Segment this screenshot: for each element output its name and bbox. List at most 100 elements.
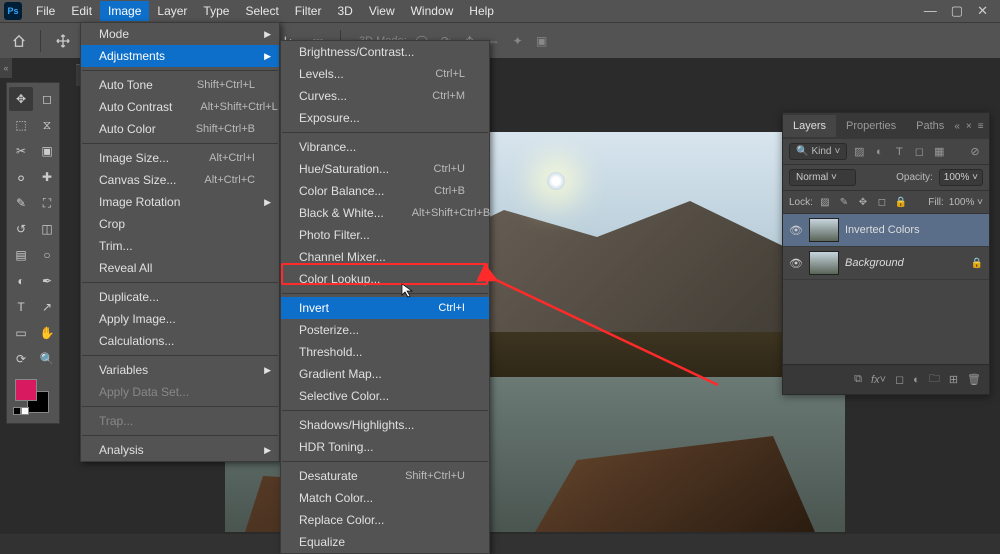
menu-file[interactable]: File xyxy=(28,1,63,21)
menuitem-analysis[interactable]: Analysis▶ xyxy=(81,439,279,461)
adjustment-layer-icon[interactable]: ◐ xyxy=(913,374,920,386)
filter-adjustment-icon[interactable]: ◐ xyxy=(871,144,887,160)
filter-kind-dropdown[interactable]: 🔍 Kind ˅ xyxy=(789,143,847,160)
menuitem-black-white[interactable]: Black & White...Alt+Shift+Ctrl+B xyxy=(281,202,489,224)
filter-shape-icon[interactable]: ◻ xyxy=(911,144,927,160)
menuitem-adjustments[interactable]: Adjustments▶ xyxy=(81,45,279,67)
menuitem-image-size[interactable]: Image Size...Alt+Ctrl+I xyxy=(81,147,279,169)
tool-zoom[interactable]: 🔍 xyxy=(35,347,59,371)
menu-help[interactable]: Help xyxy=(461,1,502,21)
menuitem-color-lookup[interactable]: Color Lookup... xyxy=(281,268,489,290)
tab-paths[interactable]: Paths xyxy=(906,115,954,137)
tool-move[interactable]: ✥ xyxy=(9,87,33,111)
menu-edit[interactable]: Edit xyxy=(63,1,100,21)
menu-window[interactable]: Window xyxy=(403,1,462,21)
menuitem-variables[interactable]: Variables▶ xyxy=(81,359,279,381)
menuitem-color-balance[interactable]: Color Balance...Ctrl+B xyxy=(281,180,489,202)
lock-pixels-icon[interactable]: ✎ xyxy=(837,195,851,209)
tool-history[interactable]: ↺ xyxy=(9,217,33,241)
tool-stamp[interactable]: ⛶ xyxy=(35,191,59,215)
layer-row[interactable]: 👁 Inverted Colors xyxy=(783,214,989,247)
collapsed-panel-tab[interactable]: « xyxy=(0,58,12,78)
tool-blur[interactable]: ○ xyxy=(35,243,59,267)
menu-3d[interactable]: 3D xyxy=(329,1,360,21)
minimize-button[interactable]: — xyxy=(924,3,937,19)
filter-smart-icon[interactable]: ▦ xyxy=(931,144,947,160)
delete-layer-icon[interactable]: 🗑 xyxy=(967,373,981,386)
menuitem-brightness-contrast[interactable]: Brightness/Contrast... xyxy=(281,41,489,63)
tool-type[interactable]: T xyxy=(9,295,33,319)
layer-name[interactable]: Background xyxy=(845,257,904,269)
menu-select[interactable]: Select xyxy=(237,1,286,21)
menuitem-equalize[interactable]: Equalize xyxy=(281,531,489,553)
tool-crop[interactable]: ✂ xyxy=(9,139,33,163)
link-layers-icon[interactable]: ⧉ xyxy=(854,373,862,386)
3d-camera-icon[interactable]: ▣ xyxy=(533,32,551,50)
tab-properties[interactable]: Properties xyxy=(836,115,906,137)
tool-pen[interactable]: ✒ xyxy=(35,269,59,293)
tool-frame[interactable]: ▣ xyxy=(35,139,59,163)
menu-type[interactable]: Type xyxy=(195,1,237,21)
home-button[interactable] xyxy=(8,30,30,52)
color-swatches[interactable] xyxy=(9,379,59,419)
tool-dodge[interactable]: ◐ xyxy=(9,269,33,293)
filter-toggle-icon[interactable]: ⊘ xyxy=(967,144,983,160)
lock-position-icon[interactable]: ✥ xyxy=(856,195,870,209)
menuitem-threshold[interactable]: Threshold... xyxy=(281,341,489,363)
tool-artboard[interactable]: ◻ xyxy=(35,87,59,111)
tool-gradient[interactable]: ▤ xyxy=(9,243,33,267)
tool-healing[interactable]: ✚ xyxy=(35,165,59,189)
maximize-button[interactable]: ▢ xyxy=(951,3,963,19)
tool-hand[interactable]: ✋ xyxy=(35,321,59,345)
close-button[interactable]: ✕ xyxy=(977,3,988,19)
layer-thumbnail[interactable] xyxy=(809,251,839,275)
menuitem-posterize[interactable]: Posterize... xyxy=(281,319,489,341)
menu-layer[interactable]: Layer xyxy=(149,1,195,21)
menuitem-auto-contrast[interactable]: Auto ContrastAlt+Shift+Ctrl+L xyxy=(81,96,279,118)
foreground-swatch[interactable] xyxy=(15,379,37,401)
tool-lasso[interactable]: ⧖ xyxy=(35,113,59,137)
menuitem-channel-mixer[interactable]: Channel Mixer... xyxy=(281,246,489,268)
tool-rectangle[interactable]: ▭ xyxy=(9,321,33,345)
menuitem-reveal-all[interactable]: Reveal All xyxy=(81,257,279,279)
menuitem-duplicate[interactable]: Duplicate... xyxy=(81,286,279,308)
tool-path[interactable]: ↗ xyxy=(35,295,59,319)
move-options-icon[interactable] xyxy=(51,29,75,53)
menuitem-selective-color[interactable]: Selective Color... xyxy=(281,385,489,407)
menu-image[interactable]: Image xyxy=(100,1,149,21)
panel-close-icon[interactable]: × xyxy=(966,121,972,132)
menuitem-image-rotation[interactable]: Image Rotation▶ xyxy=(81,191,279,213)
menuitem-exposure[interactable]: Exposure... xyxy=(281,107,489,129)
menuitem-calculations[interactable]: Calculations... xyxy=(81,330,279,352)
menuitem-vibrance[interactable]: Vibrance... xyxy=(281,136,489,158)
visibility-eye-icon[interactable]: 👁 xyxy=(789,224,803,237)
layer-name[interactable]: Inverted Colors xyxy=(845,224,920,236)
tool-marquee[interactable]: ⬚ xyxy=(9,113,33,137)
menuitem-crop[interactable]: Crop xyxy=(81,213,279,235)
tool-brush[interactable]: ✎ xyxy=(9,191,33,215)
blend-mode-select[interactable]: Normal ˅ xyxy=(789,169,856,186)
new-layer-icon[interactable]: ⊞ xyxy=(949,373,958,386)
panel-collapse-icon[interactable]: « xyxy=(954,121,960,132)
layer-style-icon[interactable]: fx˅ xyxy=(871,374,886,386)
add-mask-icon[interactable]: ◻ xyxy=(895,373,904,386)
menuitem-replace-color[interactable]: Replace Color... xyxy=(281,509,489,531)
fill-input[interactable]: 100% ˅ xyxy=(949,197,983,208)
menuitem-auto-color[interactable]: Auto ColorShift+Ctrl+B xyxy=(81,118,279,140)
menuitem-apply-image[interactable]: Apply Image... xyxy=(81,308,279,330)
group-icon[interactable]: 🗀 xyxy=(929,370,940,389)
menuitem-desaturate[interactable]: DesaturateShift+Ctrl+U xyxy=(281,465,489,487)
menuitem-canvas-size[interactable]: Canvas Size...Alt+Ctrl+C xyxy=(81,169,279,191)
menuitem-shadows-highlights[interactable]: Shadows/Highlights... xyxy=(281,414,489,436)
lock-artboard-icon[interactable]: ◻ xyxy=(875,195,889,209)
tool-eraser[interactable]: ◫ xyxy=(35,217,59,241)
menuitem-levels[interactable]: Levels...Ctrl+L xyxy=(281,63,489,85)
3d-zoom-icon[interactable]: ✦ xyxy=(509,32,527,50)
lock-all-icon[interactable]: 🔒 xyxy=(894,195,908,209)
menuitem-hue-saturation[interactable]: Hue/Saturation...Ctrl+U xyxy=(281,158,489,180)
menuitem-invert[interactable]: InvertCtrl+I xyxy=(281,297,489,319)
menu-view[interactable]: View xyxy=(361,1,403,21)
menuitem-hdr-toning[interactable]: HDR Toning... xyxy=(281,436,489,458)
layer-row[interactable]: 👁Background🔒 xyxy=(783,247,989,280)
menuitem-photo-filter[interactable]: Photo Filter... xyxy=(281,224,489,246)
